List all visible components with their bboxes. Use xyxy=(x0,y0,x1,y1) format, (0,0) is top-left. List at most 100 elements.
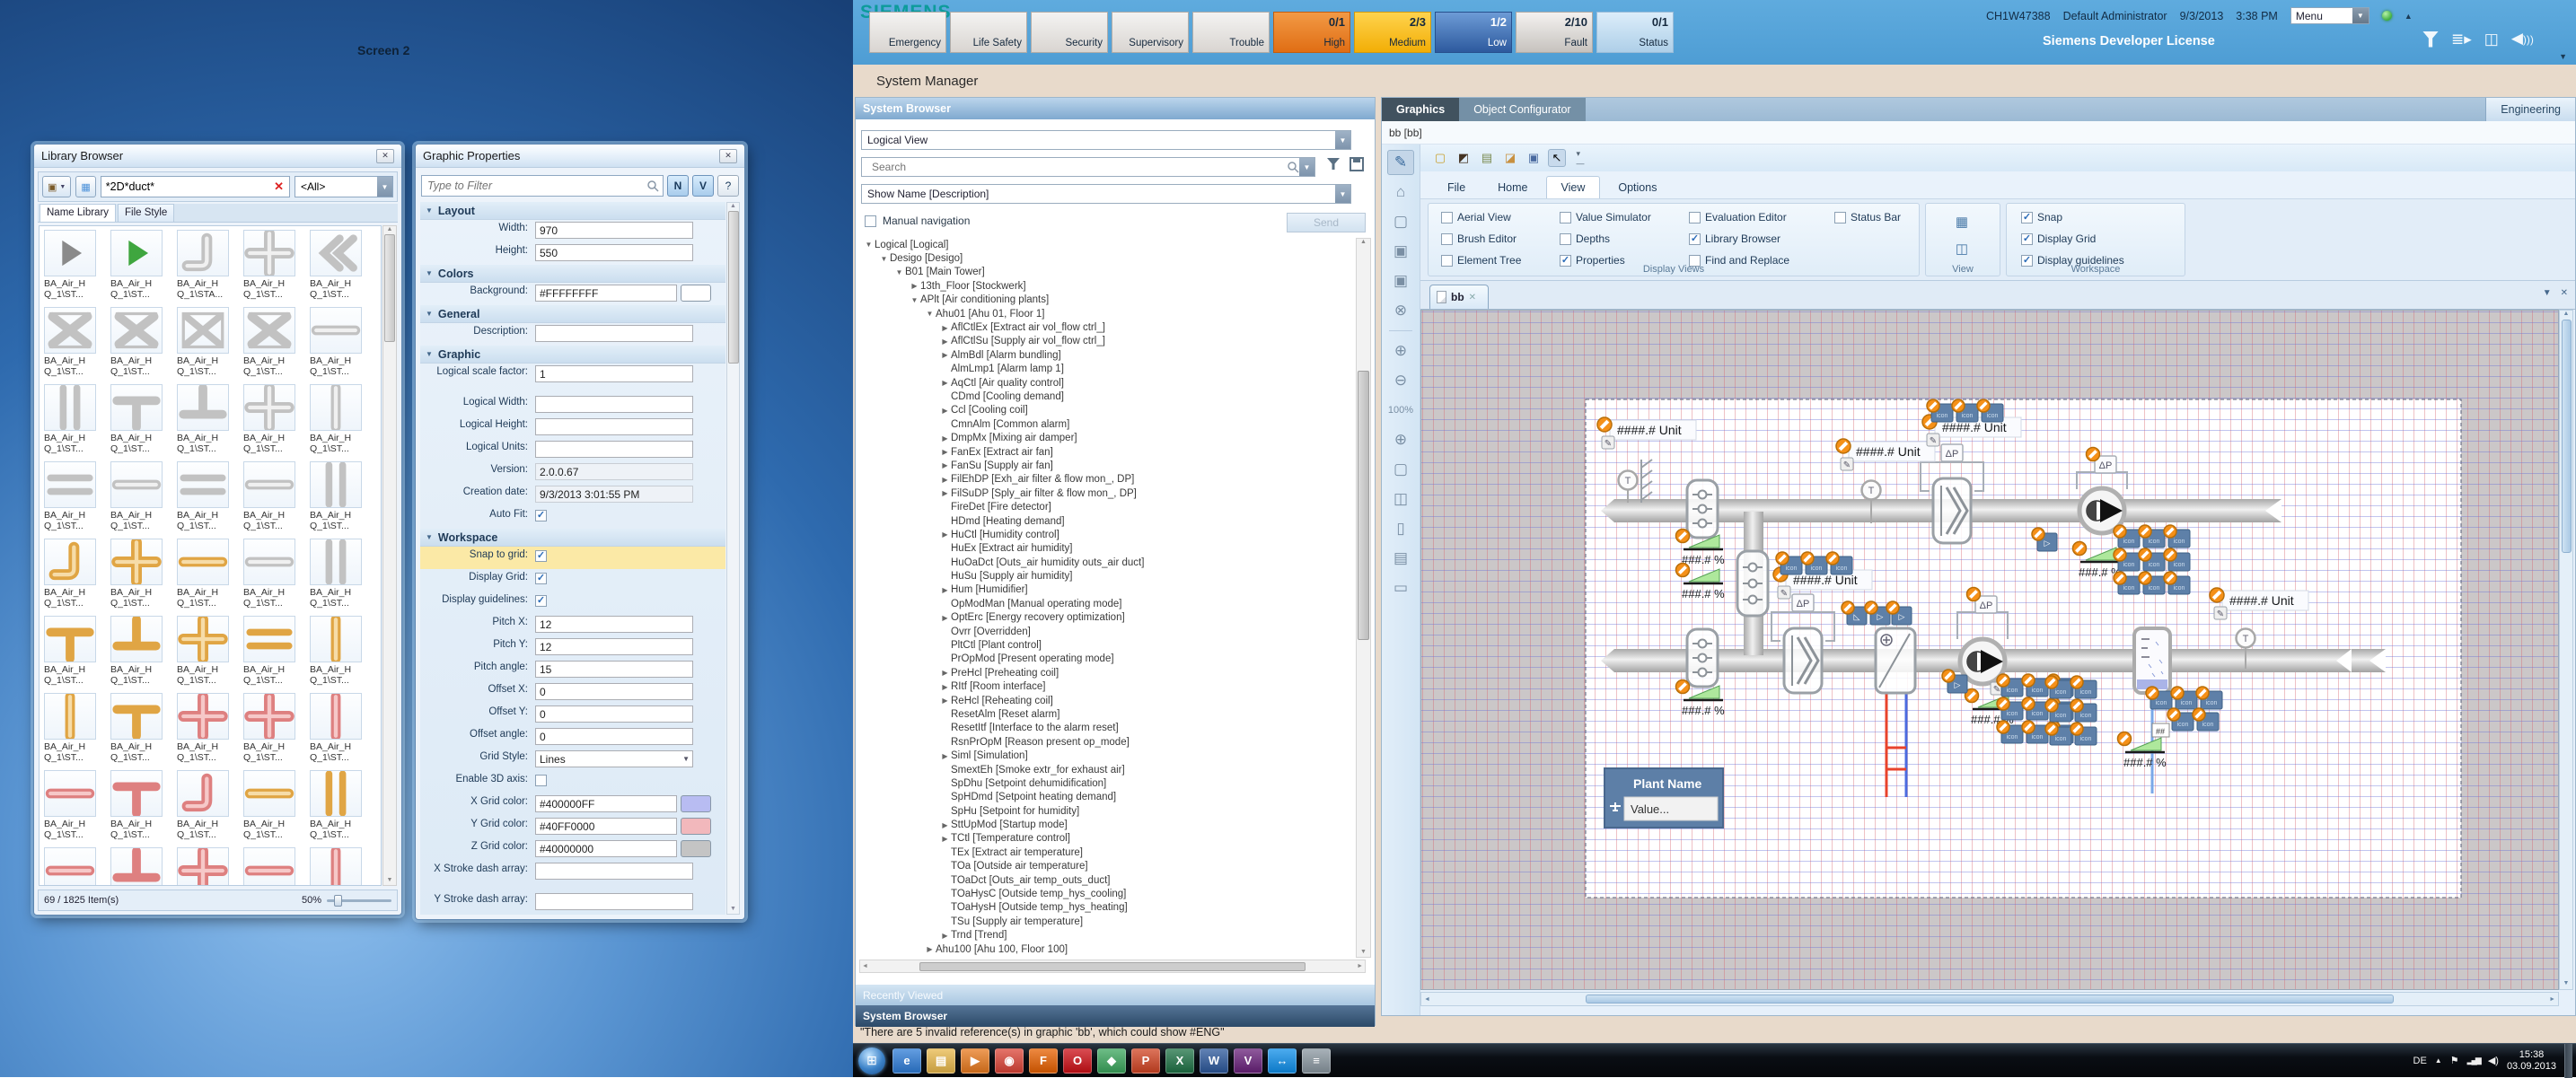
property-checkbox[interactable] xyxy=(535,775,547,786)
heating-coil-symbol[interactable] xyxy=(1876,628,1915,693)
plant-name-box[interactable]: Plant NameValue... xyxy=(1605,768,1723,828)
property-input[interactable] xyxy=(535,441,693,458)
graphic-properties-titlebar[interactable]: Graphic Properties ✕ xyxy=(416,145,744,168)
library-item[interactable]: BA_Air_HQ_1\ST... xyxy=(310,770,376,847)
library-item[interactable]: BA_Air_HQ_1\ST... xyxy=(44,307,110,384)
taskbar-clock[interactable]: 15:3803.09.2013 xyxy=(2507,1049,2556,1073)
close-graphic-button[interactable]: ⊗ xyxy=(1387,298,1414,323)
damper-symbol[interactable] xyxy=(1687,629,1718,687)
tree-item[interactable]: CDmd [Cooling demand] xyxy=(859,390,1353,403)
tree-item[interactable]: ▶RItf [Room interface] xyxy=(859,680,1353,694)
new-document-button[interactable]: ▢ xyxy=(1431,149,1449,167)
property-input[interactable]: #400000FF xyxy=(535,795,677,812)
library-item[interactable]: BA_Air_HQ_1\ST... xyxy=(110,693,177,770)
tree-item[interactable]: ▶DmpMx [Mixing air damper] xyxy=(859,431,1353,444)
library-item[interactable]: BA_Air_HQ_1\ST... xyxy=(110,307,177,384)
library-browser-titlebar[interactable]: Library Browser ✕ xyxy=(34,145,401,168)
property-input[interactable]: 12 xyxy=(535,616,693,633)
library-item[interactable]: BA_Air_HQ_1\ST... xyxy=(243,693,310,770)
tree-item[interactable]: ▶Siml [Simulation] xyxy=(859,749,1353,762)
properties-filter-input[interactable] xyxy=(422,180,646,192)
tree-item[interactable]: ▶HuCtl [Humidity control] xyxy=(859,528,1353,541)
tree-item[interactable]: ▶13th_Floor [Stockwerk] xyxy=(859,279,1353,293)
save-search-icon[interactable] xyxy=(1350,157,1364,174)
tree-item[interactable]: ▼Ahu01 [Ahu 01, Floor 1] xyxy=(859,307,1353,320)
document-tab-bb[interactable]: bb ✕ xyxy=(1429,285,1489,309)
tree-vertical-scrollbar[interactable]: ▲▼ xyxy=(1356,238,1371,958)
tree-item[interactable]: SpHu [Setpoint for humidity] xyxy=(859,804,1353,818)
library-item[interactable]: BA_Air_HQ_1\ST... xyxy=(44,693,110,770)
tree-item[interactable]: ▶OptErc [Energy recovery optimization] xyxy=(859,611,1353,625)
ribbon-checkbox-evaluation-editor[interactable]: Evaluation Editor xyxy=(1689,211,1787,223)
chevron-down-icon[interactable]: ▼ xyxy=(2352,8,2369,23)
tree-item[interactable]: TEx [Extract air temperature] xyxy=(859,846,1353,859)
tree-expander-icon[interactable]: ▶ xyxy=(939,752,951,760)
close-icon[interactable]: ✕ xyxy=(719,149,737,163)
color-swatch-button[interactable] xyxy=(681,818,711,835)
color-swatch-button[interactable] xyxy=(681,285,711,302)
tree-expander-icon[interactable]: ▼ xyxy=(878,255,890,263)
library-tab-name-library[interactable]: Name Library xyxy=(40,204,116,222)
library-item[interactable]: BA_Air_HQ_1\ST... xyxy=(44,461,110,539)
tree-expander-icon[interactable]: ▼ xyxy=(909,296,920,304)
color-swatch-button[interactable] xyxy=(681,840,711,857)
tree-item[interactable]: ▶ReHcl [Reheating coil] xyxy=(859,694,1353,707)
section-header-general[interactable]: ▼General xyxy=(420,305,725,323)
view-mode-button[interactable]: ▦ xyxy=(75,176,95,197)
library-item[interactable]: BA_Air_HQ_1\ST... xyxy=(243,384,310,461)
layout-icon[interactable]: ◫ xyxy=(2484,31,2499,48)
property-input[interactable]: 970 xyxy=(535,222,693,239)
tree-expander-icon[interactable]: ▶ xyxy=(939,351,951,359)
taskbar-icon-windows-explorer[interactable]: ▤ xyxy=(927,1048,955,1074)
library-filter-input[interactable] xyxy=(101,180,268,193)
speaker-icon[interactable]: ◀))) xyxy=(2511,31,2534,48)
library-item[interactable]: BA_Air_HQ_1\ST... xyxy=(177,770,243,847)
property-input[interactable]: #40FF0000 xyxy=(535,818,677,835)
tree-item[interactable]: ▶AflCtlSu [Supply air vol_flow ctrl_] xyxy=(859,335,1353,348)
tree-item[interactable]: ▶Trnd [Trend] xyxy=(859,929,1353,942)
fit-view-button[interactable]: ▢ xyxy=(1387,457,1414,482)
filter-value-button[interactable]: V xyxy=(692,175,714,197)
library-item[interactable]: BA_Air_HQ_1\ST... xyxy=(177,307,243,384)
property-input[interactable]: 0 xyxy=(535,683,693,700)
tree-expander-icon[interactable]: ▶ xyxy=(939,337,951,346)
chevron-down-icon[interactable]: ▼ xyxy=(377,177,392,197)
alarm-button-status[interactable]: 0/1Status xyxy=(1596,12,1674,53)
tree-item[interactable]: HuSu [Supply air humidity] xyxy=(859,569,1353,583)
library-category-select[interactable]: <All> ▼ xyxy=(295,176,393,197)
tree-item[interactable]: ▶AlmBdl [Alarm bundling] xyxy=(859,348,1353,362)
edit-pencil-icon[interactable]: ✎ xyxy=(1927,434,1939,446)
display-mode-dropdown[interactable]: Show Name [Description]▼ xyxy=(861,184,1351,204)
help-button[interactable]: ? xyxy=(717,175,739,197)
tree-item[interactable]: ▶FanEx [Extract air fan] xyxy=(859,445,1353,459)
volume-icon[interactable]: ◀) xyxy=(2488,1055,2499,1066)
property-input[interactable] xyxy=(535,396,693,413)
library-item[interactable]: BA_Air_HQ_1\ST... xyxy=(110,384,177,461)
zoom-out-button[interactable]: ⊖ xyxy=(1387,368,1414,393)
library-item[interactable]: BA_Air_HQ_1\ST... xyxy=(243,307,310,384)
zoom-selection-button[interactable]: ⊕ xyxy=(1387,427,1414,452)
library-item[interactable]: BA_Air_HQ_1\ST... xyxy=(243,230,310,307)
menu-dropdown[interactable]: Menu▼ xyxy=(2290,7,2369,24)
event-list-icon[interactable]: ≣▸ xyxy=(2451,31,2472,48)
alarm-button-life-safety[interactable]: Life Safety xyxy=(950,12,1027,53)
library-item[interactable]: BA_Air_HQ_1\ST... xyxy=(177,384,243,461)
tree-expander-icon[interactable]: ▶ xyxy=(939,324,951,332)
alarm-button-fault[interactable]: 2/10Fault xyxy=(1516,12,1593,53)
tree-expander-icon[interactable]: ▶ xyxy=(939,835,951,843)
library-item[interactable]: BA_Air_HQ_1\ST... xyxy=(310,693,376,770)
section-header-colors[interactable]: ▼Colors xyxy=(420,265,725,283)
library-item[interactable]: BA_Air_HQ_1\ST... xyxy=(177,693,243,770)
tree-expander-icon[interactable]: ▶ xyxy=(939,614,951,622)
library-item[interactable]: BA_Air_HQ_1\ST... xyxy=(44,539,110,616)
toolbar-options-icon[interactable]: ▾— xyxy=(1571,149,1589,167)
tree-item[interactable]: RsnPrOpM [Reason present op_mode] xyxy=(859,735,1353,749)
visibility-icon[interactable]: ◫ xyxy=(1951,238,1973,259)
ribbon-checkbox-depths[interactable]: Depths xyxy=(1560,232,1610,245)
unit-value-label[interactable]: ####.# Unit xyxy=(1849,442,1935,461)
select-tool-button[interactable]: ↖ xyxy=(1548,149,1566,167)
property-input[interactable]: 1 xyxy=(535,365,693,382)
property-input[interactable] xyxy=(535,325,693,342)
comment-button[interactable]: ▭ xyxy=(1387,575,1414,600)
ribbon-checkbox-snap[interactable]: ✓Snap xyxy=(2021,211,2062,223)
